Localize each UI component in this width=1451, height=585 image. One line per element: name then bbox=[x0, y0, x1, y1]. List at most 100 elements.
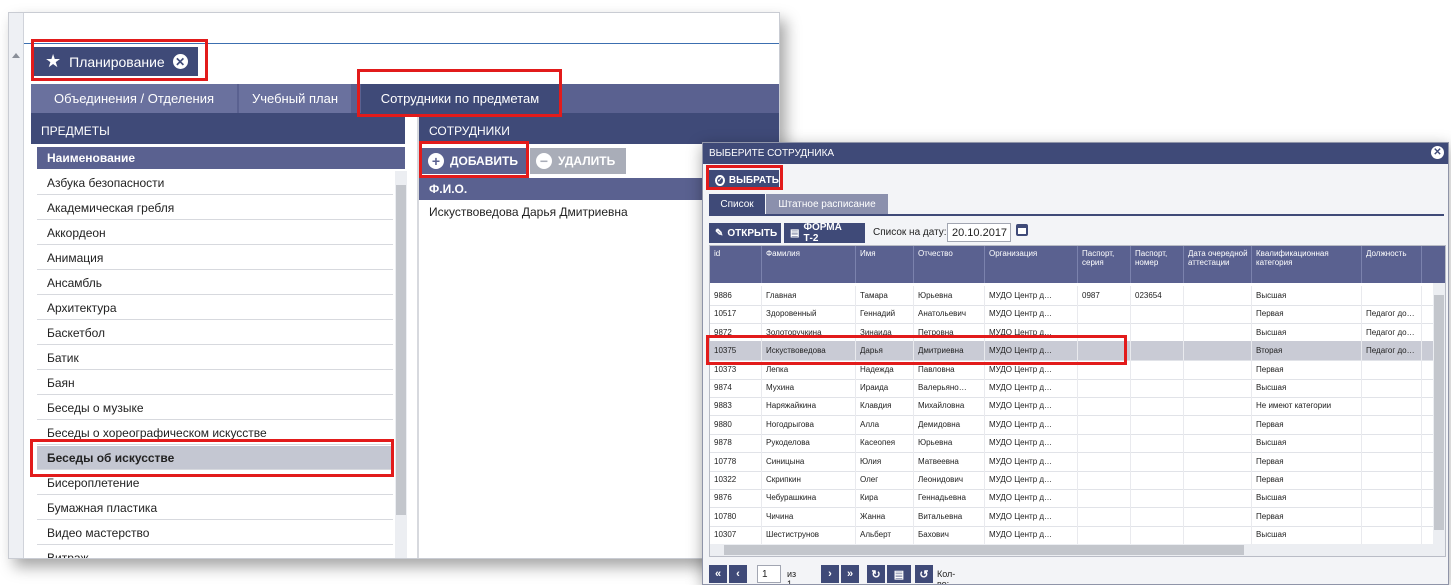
grid-vscrollbar[interactable] bbox=[1433, 283, 1445, 544]
subject-label: Архитектура bbox=[47, 300, 117, 315]
subject-label: Беседы об искусстве bbox=[47, 450, 175, 465]
main-window: ★ Планирование ✕ Объединения / Отделения… bbox=[8, 12, 780, 559]
page-input[interactable]: 1 bbox=[757, 565, 781, 583]
table-row[interactable]: 10517 Здоровенный Геннадий Анатольевич МУДО … bbox=[710, 304, 1435, 325]
tab-curriculum[interactable]: Учебный план bbox=[239, 84, 351, 113]
delete-button[interactable]: − УДАЛИТЬ bbox=[530, 148, 626, 174]
subject-row[interactable]: Баян bbox=[37, 371, 393, 395]
subject-row[interactable]: Витраж bbox=[37, 546, 393, 558]
subject-row[interactable]: Аккордеон bbox=[37, 221, 393, 245]
table-cell bbox=[1131, 433, 1184, 453]
print-menu-icon[interactable]: ▤ bbox=[887, 565, 911, 583]
column-header[interactable]: Паспорт, номер bbox=[1131, 246, 1184, 283]
table-cell: 10307 bbox=[710, 525, 762, 545]
column-header[interactable]: Организация bbox=[985, 246, 1078, 283]
add-button[interactable]: + ДОБАВИТЬ bbox=[422, 148, 526, 174]
table-row[interactable]: 9880 Ногодрыгова Алла Демидовна МУДО Центр д… bbox=[710, 414, 1435, 435]
next-page-icon[interactable]: › bbox=[821, 565, 839, 583]
scroll-thumb[interactable] bbox=[396, 185, 406, 515]
table-row[interactable]: 10778 Синицына Юлия Матвеевна МУДО Центр д… П… bbox=[710, 451, 1435, 472]
table-cell: Лепка bbox=[762, 359, 856, 379]
table-row[interactable]: 9878 Рукоделова Касеопея Юрьевна МУДО Центр … bbox=[710, 433, 1435, 454]
subject-row[interactable]: Архитектура bbox=[37, 296, 393, 320]
subject-row[interactable]: Бумажная пластика bbox=[37, 496, 393, 520]
employees-panel-title: СОТРУДНИКИ bbox=[419, 117, 779, 144]
subject-row[interactable]: Анимация bbox=[37, 246, 393, 270]
prev-page-icon[interactable]: ‹ bbox=[729, 565, 747, 583]
table-cell bbox=[1078, 525, 1131, 545]
table-row[interactable]: 9883 Наряжайкина Клавдия Михайловна МУДО Цен… bbox=[710, 396, 1435, 417]
table-row[interactable]: 9876 Чебурашкина Кира Геннадьевна МУДО Центр… bbox=[710, 488, 1435, 509]
planning-tab[interactable]: ★ Планирование ✕ bbox=[33, 47, 198, 76]
table-cell: Олег bbox=[856, 470, 914, 489]
column-header[interactable]: Отчество bbox=[914, 246, 985, 283]
scroll-up-icon[interactable] bbox=[12, 53, 20, 58]
table-cell: Педагог до… bbox=[1362, 322, 1422, 342]
table-cell bbox=[1131, 506, 1184, 526]
printer-icon: ▤ bbox=[790, 227, 800, 239]
last-page-icon[interactable]: » bbox=[841, 565, 859, 583]
calendar-icon[interactable] bbox=[1016, 224, 1028, 236]
scroll-thumb[interactable] bbox=[1434, 295, 1444, 530]
close-icon[interactable]: ✕ bbox=[172, 54, 188, 69]
table-cell: Касеопея bbox=[856, 433, 914, 453]
subject-row[interactable]: Видео мастерство bbox=[37, 521, 393, 545]
table-cell: Главная bbox=[762, 286, 856, 305]
subjects-scrollbar[interactable] bbox=[395, 171, 407, 558]
subjects-column-header[interactable]: Наименование bbox=[37, 147, 405, 169]
column-header[interactable]: Дата очередной аттестации bbox=[1184, 246, 1252, 283]
subject-row[interactable]: Академическая гребля bbox=[37, 196, 393, 220]
table-cell bbox=[1184, 470, 1252, 489]
table-cell: Золоторучкина bbox=[762, 322, 856, 342]
subject-row[interactable]: Ансамбль bbox=[37, 271, 393, 295]
table-cell: Первая bbox=[1252, 414, 1362, 434]
column-header[interactable]: Паспорт, серия bbox=[1078, 246, 1131, 283]
page-value: 1 bbox=[762, 568, 768, 580]
table-row[interactable]: 9872 Золоторучкина Зинаида Петровна МУДО Цен… bbox=[710, 322, 1435, 343]
table-row[interactable]: 9886 Главная Тамара Юрьевна МУДО Центр д… 098… bbox=[710, 286, 1435, 306]
date-input[interactable]: 20.10.2017 bbox=[947, 223, 1011, 242]
employee-row[interactable]: Искуствоведова Дарья Дмитриевна bbox=[429, 205, 628, 219]
table-cell: 10373 bbox=[710, 359, 762, 379]
table-cell bbox=[1362, 359, 1422, 379]
table-row[interactable]: 10373 Лепка Надежда Павловна МУДО Центр д… Пе… bbox=[710, 359, 1435, 380]
tab-label: Штатное расписание bbox=[778, 198, 876, 210]
subject-row[interactable]: Баскетбол bbox=[37, 321, 393, 345]
outer-scrollbar[interactable] bbox=[9, 13, 24, 558]
first-page-icon[interactable]: « bbox=[709, 565, 727, 583]
subject-row[interactable]: Беседы о музыке bbox=[37, 396, 393, 420]
table-row[interactable]: 9874 Мухина Ираида Валерьяно… МУДО Центр д… В… bbox=[710, 378, 1435, 398]
column-header[interactable]: Квалификационная категория bbox=[1252, 246, 1362, 283]
refresh-icon[interactable]: ↻ bbox=[867, 565, 885, 583]
close-icon[interactable]: ✕ bbox=[1431, 146, 1444, 159]
table-cell: Высшая bbox=[1252, 286, 1362, 305]
subject-row[interactable]: Азбука безопасности bbox=[37, 171, 393, 195]
subject-row[interactable]: Беседы об искусстве bbox=[37, 446, 393, 470]
tab-staff-schedule[interactable]: Штатное расписание bbox=[766, 194, 888, 214]
column-header[interactable]: Фамилия bbox=[762, 246, 856, 283]
table-row[interactable]: 10322 Скрипкин Олег Леонидович МУДО Центр д…… bbox=[710, 470, 1435, 490]
column-header[interactable]: Имя bbox=[856, 246, 914, 283]
form-t2-button[interactable]: ▤ ФОРМА Т-2 bbox=[784, 222, 865, 244]
select-button[interactable]: ✓ ВЫБРАТЬ bbox=[709, 170, 779, 190]
table-cell: Скрипкин bbox=[762, 470, 856, 489]
column-header[interactable]: Должность bbox=[1362, 246, 1422, 283]
table-cell: Надежда bbox=[856, 359, 914, 379]
tab-departments[interactable]: Объединения / Отделения bbox=[31, 84, 237, 113]
column-header[interactable]: id bbox=[710, 246, 762, 283]
scroll-thumb[interactable] bbox=[724, 545, 1244, 555]
reset-icon[interactable]: ↺ bbox=[915, 565, 933, 583]
tab-list[interactable]: Список bbox=[709, 194, 765, 214]
subject-row[interactable]: Бисероплетение bbox=[37, 471, 393, 495]
table-cell bbox=[1184, 359, 1252, 379]
table-row[interactable]: 10780 Чичина Жанна Витальевна МУДО Центр д… П… bbox=[710, 506, 1435, 527]
subject-row[interactable]: Батик bbox=[37, 346, 393, 370]
table-row[interactable]: 10307 Шестиструнов Альберт Бахович МУДО Цент… bbox=[710, 525, 1435, 546]
panel-divider bbox=[417, 117, 419, 558]
subject-row[interactable]: Беседы о хореографическом искусстве bbox=[37, 421, 393, 445]
tab-staff-by-subject[interactable]: Сотрудники по предметам bbox=[361, 84, 559, 113]
table-cell bbox=[1131, 396, 1184, 416]
table-row[interactable]: 10375 Искуствоведова Дарья Дмитриевна МУДО Ц… bbox=[710, 341, 1435, 362]
open-button[interactable]: ✎ ОТКРЫТЬ bbox=[709, 223, 781, 243]
grid-hscrollbar[interactable] bbox=[710, 544, 1445, 556]
